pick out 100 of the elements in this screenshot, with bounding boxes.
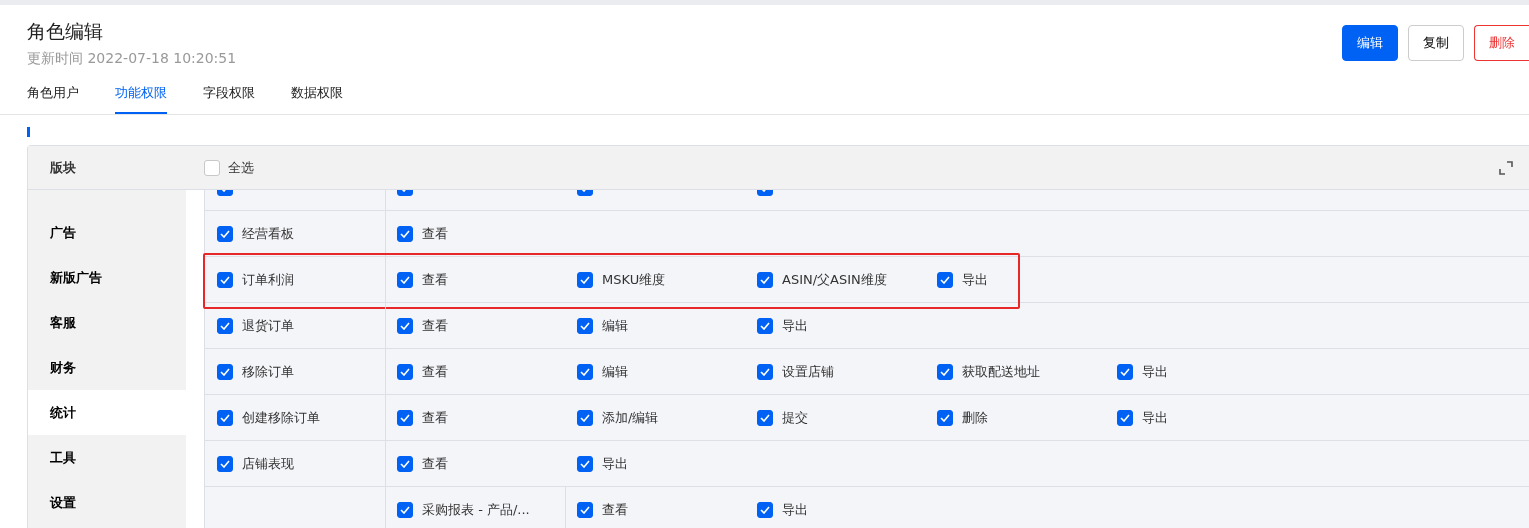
check-icon <box>580 505 590 514</box>
checkbox[interactable] <box>577 455 593 472</box>
check-icon <box>580 367 590 376</box>
tab[interactable]: 角色用户 <box>27 82 79 114</box>
check-icon <box>760 275 770 284</box>
check-icon <box>220 459 230 468</box>
permission-label: ASIN/父ASIN维度 <box>782 270 887 289</box>
check-icon <box>580 321 590 330</box>
check-icon <box>400 229 410 238</box>
module-label: 订单利润 <box>242 270 294 289</box>
checkbox[interactable] <box>577 409 593 426</box>
permission-label: 设置店铺 <box>782 362 834 381</box>
permission-label: 查看 <box>422 454 448 473</box>
check-icon <box>220 275 230 284</box>
checkbox[interactable] <box>757 363 773 380</box>
permission-label: 编辑 <box>602 362 628 381</box>
checkbox[interactable] <box>757 317 773 334</box>
action-button[interactable]: 复制 <box>1408 25 1464 61</box>
permission-label: 导出 <box>1142 362 1168 381</box>
check-icon <box>760 321 770 330</box>
checkbox[interactable] <box>397 363 413 380</box>
checkbox[interactable] <box>217 363 233 380</box>
expand-icon[interactable] <box>1499 160 1513 175</box>
tab[interactable]: 功能权限 <box>115 82 167 114</box>
permission-label: 导出 <box>1142 408 1168 427</box>
checkbox[interactable] <box>217 317 233 334</box>
checkbox[interactable] <box>397 225 413 242</box>
checkbox[interactable] <box>217 409 233 426</box>
checkbox[interactable] <box>577 317 593 334</box>
checkbox[interactable] <box>937 363 953 380</box>
check-icon <box>760 505 770 514</box>
permission-label: MSKU维度 <box>602 270 666 289</box>
checkbox[interactable] <box>217 455 233 472</box>
check-icon <box>220 321 230 330</box>
check-icon <box>1120 367 1130 376</box>
check-icon <box>220 367 230 376</box>
check-icon <box>400 367 410 376</box>
permission-label: 查看 <box>422 270 448 289</box>
checkbox[interactable] <box>577 501 593 518</box>
module-label: 移除订单 <box>242 362 294 381</box>
check-icon <box>400 459 410 468</box>
checkbox[interactable] <box>577 363 593 380</box>
permission-label: 编辑 <box>602 316 628 335</box>
permission-label: 查看 <box>422 362 448 381</box>
permission-label: 导出 <box>962 270 988 289</box>
checkbox[interactable] <box>937 409 953 426</box>
submodule-label: 采购报表 - 产品/... <box>422 500 530 519</box>
permission-label: 添加/编辑 <box>602 408 659 427</box>
sidebar-item[interactable]: 统计 <box>28 390 186 435</box>
checkbox[interactable] <box>937 271 953 288</box>
module-label: 创建移除订单 <box>242 408 320 427</box>
module-label: 店铺表现 <box>242 454 294 473</box>
tab[interactable]: 字段权限 <box>203 82 255 114</box>
check-icon <box>940 413 950 422</box>
checkbox[interactable] <box>1117 363 1133 380</box>
checkbox[interactable] <box>397 455 413 472</box>
checkbox[interactable] <box>217 271 233 288</box>
permission-label: 导出 <box>782 316 808 335</box>
check-icon <box>1120 413 1130 422</box>
checkbox[interactable] <box>397 409 413 426</box>
checkbox[interactable] <box>217 225 233 242</box>
check-icon <box>220 229 230 238</box>
action-button[interactable]: 删除 <box>1474 25 1529 61</box>
update-time: 更新时间 2022-07-18 10:20:51 <box>27 48 238 68</box>
permission-label: 删除 <box>962 408 988 427</box>
permission-label: 查看 <box>422 316 448 335</box>
check-icon <box>760 413 770 422</box>
checkbox[interactable] <box>757 501 773 518</box>
check-icon <box>940 275 950 284</box>
check-icon <box>580 413 590 422</box>
checkbox[interactable] <box>397 271 413 288</box>
module-label: 退货订单 <box>242 316 294 335</box>
permission-label: 导出 <box>782 500 808 519</box>
permission-label: 查看 <box>422 224 448 243</box>
section-marker <box>27 127 30 137</box>
checkbox[interactable] <box>204 159 220 176</box>
check-icon <box>400 321 410 330</box>
checkbox[interactable] <box>757 271 773 288</box>
check-icon <box>760 367 770 376</box>
permission-label: 获取配送地址 <box>962 362 1040 381</box>
permission-label: 查看 <box>422 408 448 427</box>
check-icon <box>580 275 590 284</box>
checkbox[interactable] <box>757 409 773 426</box>
module-label: 经营看板 <box>242 224 294 243</box>
check-icon <box>940 367 950 376</box>
check-icon <box>400 275 410 284</box>
page-title: 角色编辑 <box>27 19 103 44</box>
action-button[interactable]: 编辑 <box>1342 25 1398 61</box>
checkbox[interactable] <box>1117 409 1133 426</box>
checkbox[interactable] <box>397 501 413 518</box>
check-icon <box>580 459 590 468</box>
tab[interactable]: 数据权限 <box>291 82 343 114</box>
permission-label: 导出 <box>602 454 628 473</box>
permission-label: 提交 <box>782 408 808 427</box>
checkbox[interactable] <box>397 317 413 334</box>
permission-label: 查看 <box>602 500 628 519</box>
checkbox[interactable] <box>577 271 593 288</box>
check-icon <box>400 413 410 422</box>
column-header: 版块 <box>50 159 76 175</box>
select-all-label: 全选 <box>228 158 254 177</box>
